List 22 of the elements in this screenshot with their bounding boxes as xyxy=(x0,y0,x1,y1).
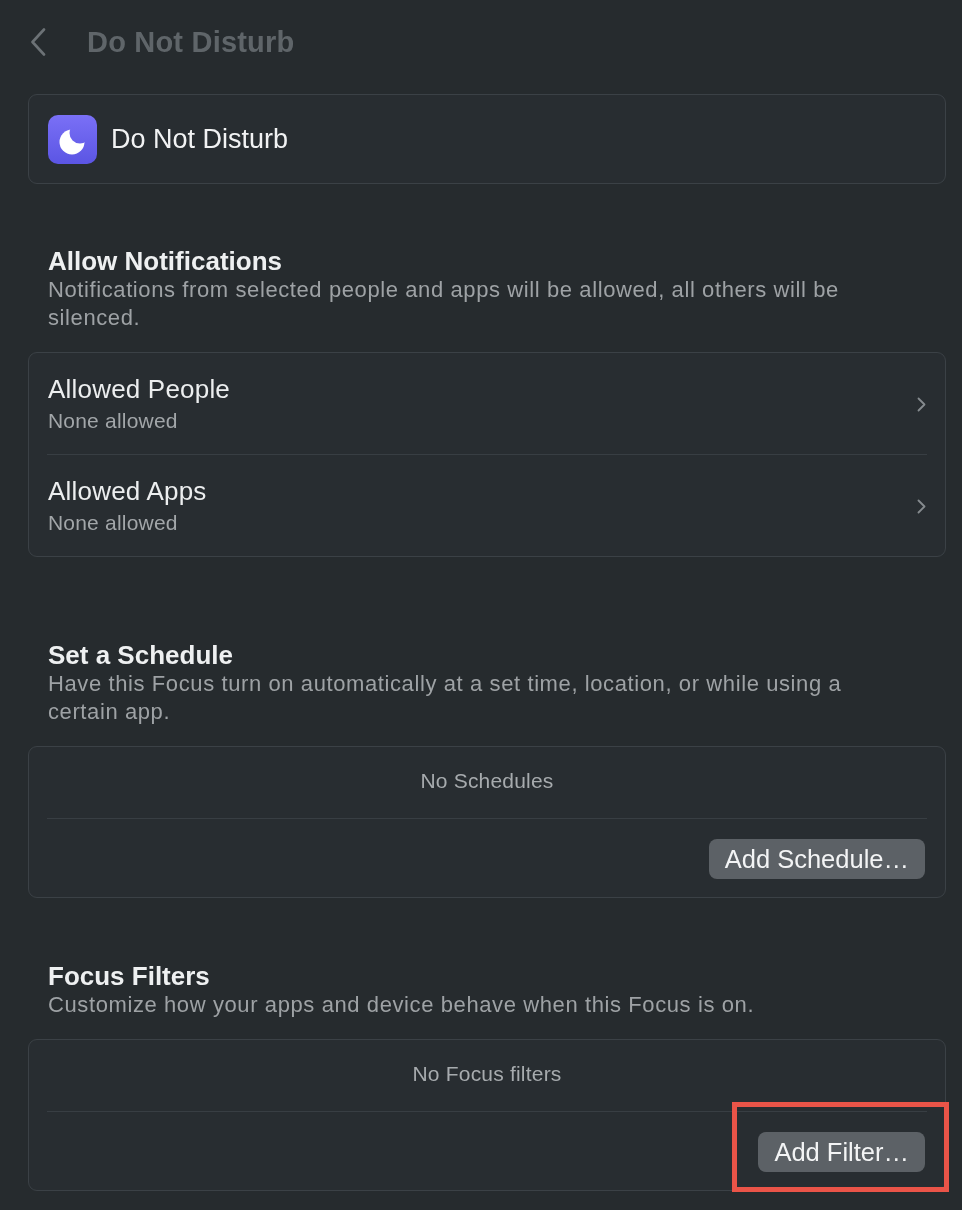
row-subtitle: None allowed xyxy=(48,511,178,535)
row-subtitle: None allowed xyxy=(48,409,178,433)
chevron-icon xyxy=(917,396,926,412)
row-title: Allowed People xyxy=(48,375,231,403)
empty-message: No Focus filters xyxy=(412,1062,562,1086)
section-heading: Allow Notifications xyxy=(48,247,283,275)
chevron-icon xyxy=(917,498,926,514)
page-title: Do Not Disturb xyxy=(87,26,295,58)
section-description: Have this Focus turn on automatically at a set time, location, or while using a certain app. xyxy=(48,670,843,726)
moon-icon xyxy=(48,114,97,164)
settings-row[interactable]: Allowed People None allowed xyxy=(47,353,927,454)
focus-name: Do Not Disturb xyxy=(111,123,289,155)
add-button[interactable]: Add Schedule… xyxy=(708,839,925,879)
row-title: Allowed Apps xyxy=(48,477,207,505)
back-button[interactable] xyxy=(30,28,46,56)
section-heading: Set a Schedule xyxy=(48,641,234,669)
section-description: Notifications from selected people and apps will be allowed, all others will be silenced. xyxy=(48,276,840,332)
section-heading: Focus Filters xyxy=(48,962,211,990)
settings-row[interactable]: Allowed Apps None allowed xyxy=(47,454,927,556)
empty-message: No Schedules xyxy=(420,769,554,793)
add-button[interactable]: Add Filter… xyxy=(758,1132,925,1172)
section-description: Customize how your apps and device behave when this Focus is on. xyxy=(48,991,756,1019)
